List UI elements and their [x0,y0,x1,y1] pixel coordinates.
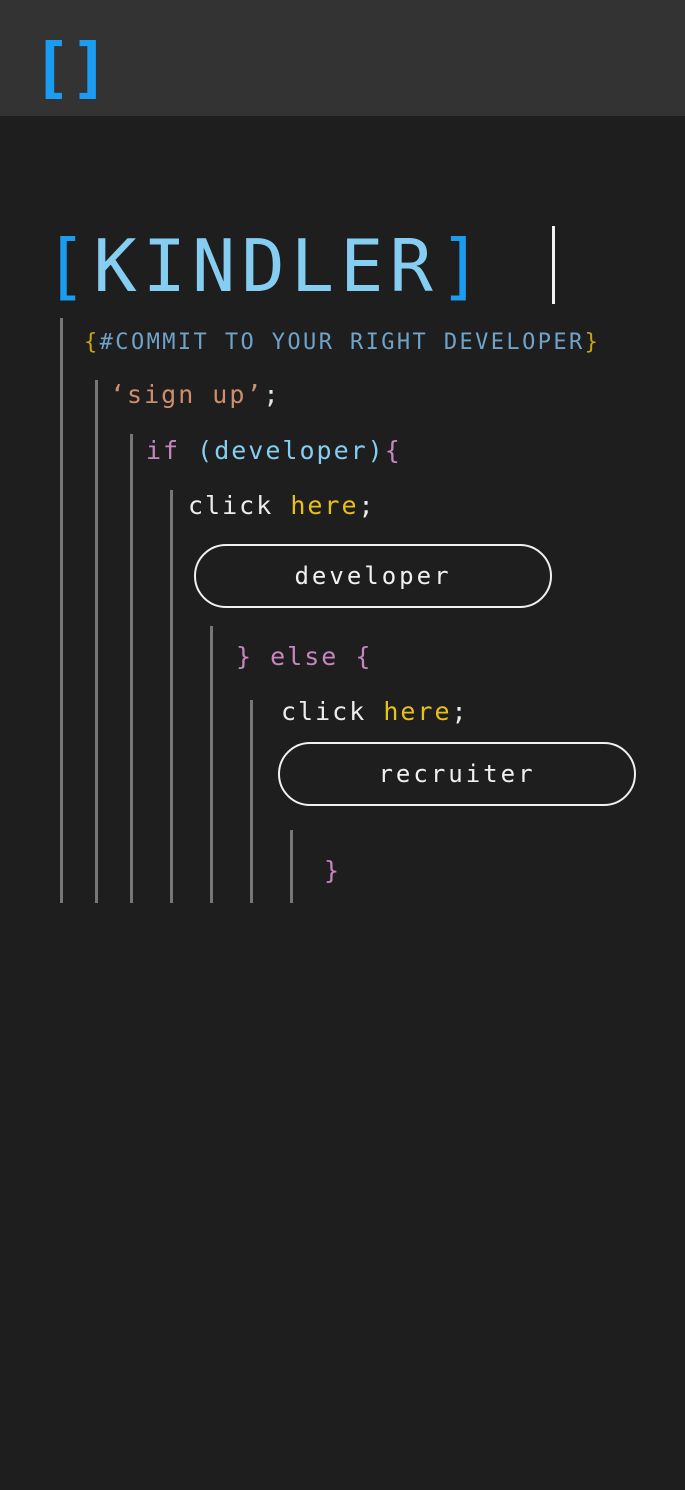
indent-guide-6 [250,700,253,903]
if-open-brace: { [384,436,402,465]
indent-guide-7 [290,830,293,903]
if-keyword: if [146,436,198,465]
indent-guide-5 [210,626,213,903]
indent-guide-1 [60,318,63,903]
brand-open-bracket: [ [44,224,94,308]
brand-title: [KINDLER] [44,216,488,316]
else-line: } else { [236,642,373,671]
click-semicolon: ; [358,491,376,520]
brand-name: KINDLER [93,224,439,308]
click-here-line-recruiter: click here; [281,697,469,726]
tagline-open-brace: { [84,330,100,355]
click-semicolon: ; [451,697,469,726]
developer-button[interactable]: developer [194,544,552,608]
here-highlight: here [290,491,359,520]
signup-semicolon: ; [263,380,281,409]
tagline: {#COMMIT TO YOUR RIGHT DEVELOPER} [84,330,600,355]
if-line: if (developer){ [146,436,402,465]
tagline-text: #COMMIT TO YOUR RIGHT DEVELOPER [99,330,585,355]
closing-brace: } [324,856,342,885]
if-argument: (developer) [197,436,385,465]
signup-line: ‘sign up’; [110,380,281,409]
click-text: click [281,697,384,726]
indent-guide-2 [95,380,98,903]
signup-string: ‘sign up’ [110,380,264,409]
here-highlight: here [383,697,452,726]
top-header-bar: [] [0,0,685,116]
indent-guide-4 [170,490,173,903]
click-text: click [188,491,291,520]
recruiter-button[interactable]: recruiter [278,742,636,806]
text-cursor [552,226,555,304]
logo-brackets-icon[interactable]: [] [32,30,109,106]
indent-guide-3 [130,434,133,903]
click-here-line-developer: click here; [188,491,376,520]
brand-close-bracket: ] [438,224,489,308]
tagline-close-brace: } [584,330,601,355]
